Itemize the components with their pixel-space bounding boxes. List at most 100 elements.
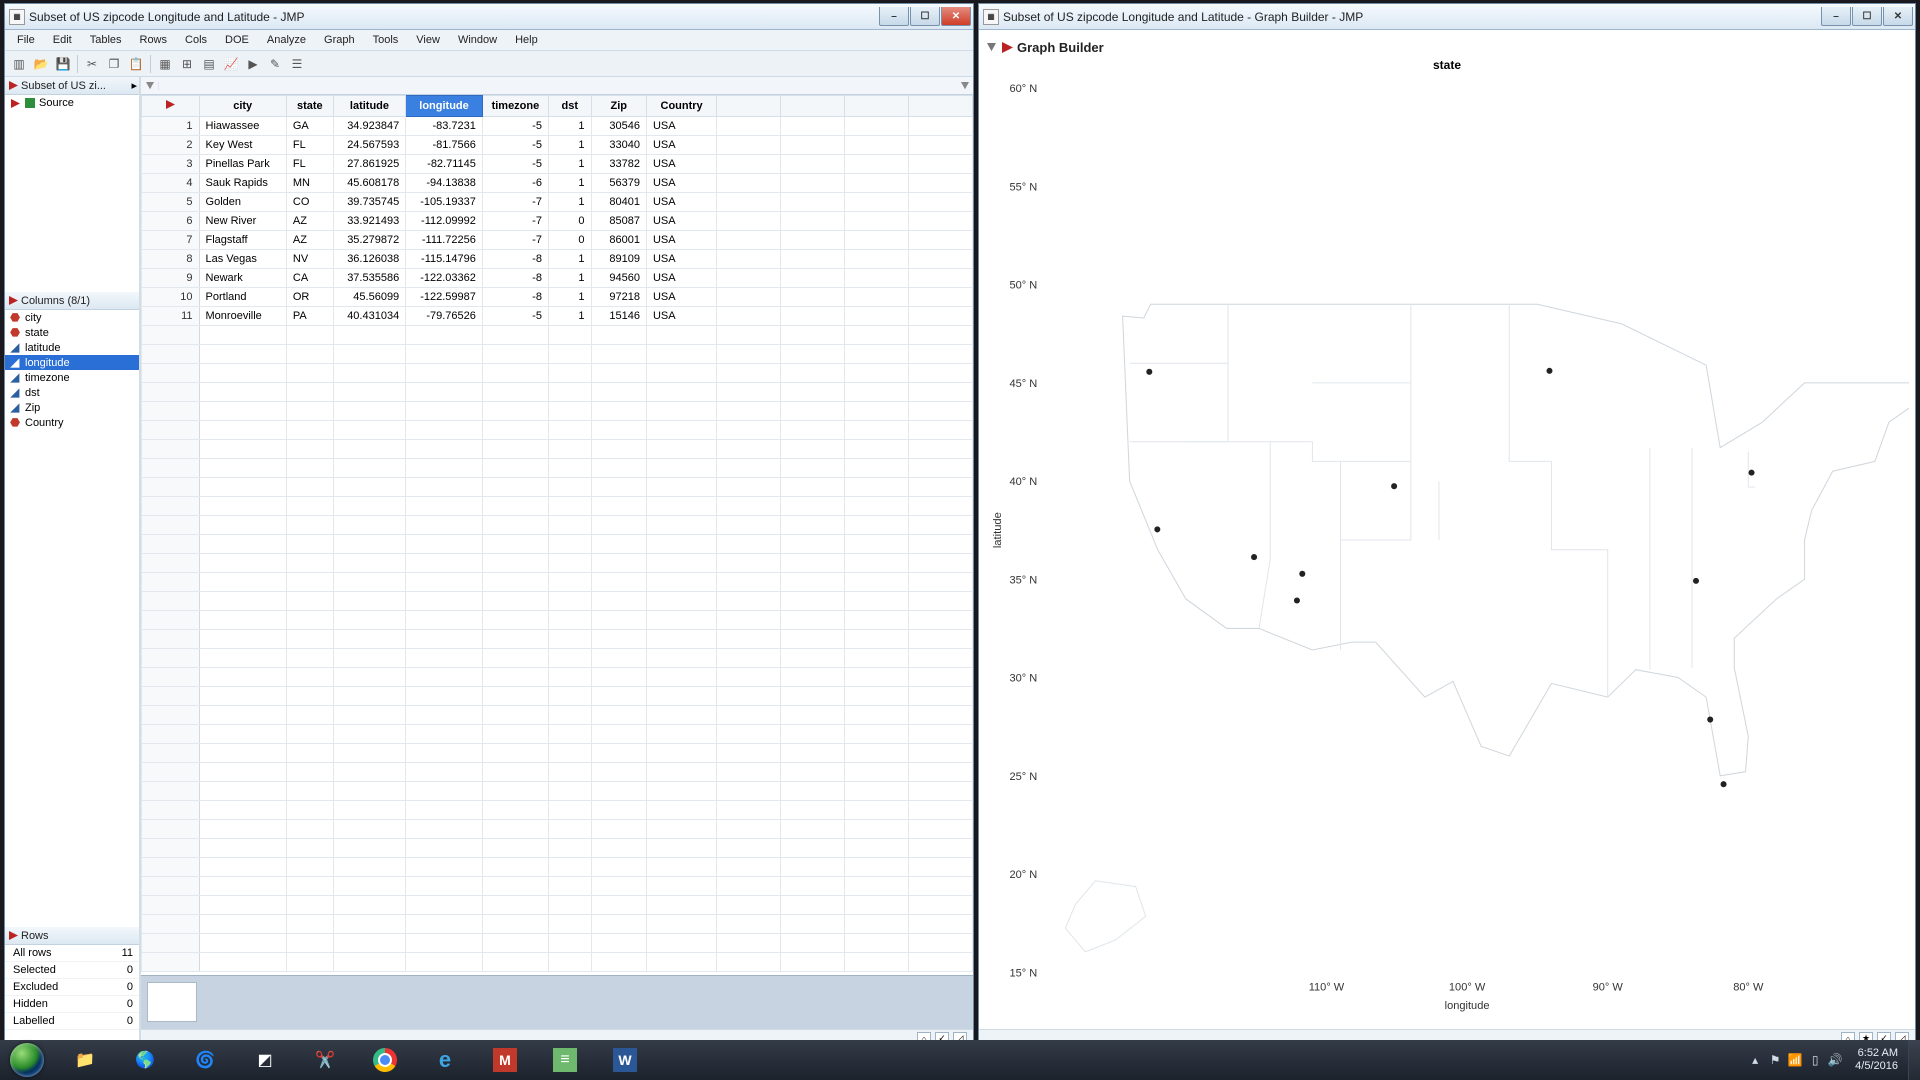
cell-empty[interactable] — [781, 687, 845, 706]
cell-empty[interactable] — [482, 801, 548, 820]
cell-empty[interactable] — [286, 668, 333, 687]
cell-empty[interactable] — [909, 421, 973, 440]
cell-empty[interactable] — [845, 364, 909, 383]
cell-empty[interactable] — [482, 478, 548, 497]
table-row-empty[interactable] — [142, 345, 973, 364]
cell[interactable]: Las Vegas — [199, 250, 286, 269]
cell-empty[interactable] — [333, 706, 405, 725]
cell-empty[interactable] — [591, 516, 646, 535]
col-header-Country[interactable]: Country — [646, 96, 716, 117]
cell-empty[interactable] — [286, 592, 333, 611]
cell-empty[interactable] — [142, 782, 200, 801]
cell-empty[interactable] — [781, 383, 845, 402]
table-row-empty[interactable] — [142, 326, 973, 345]
report-disclosure-icon[interactable] — [1001, 41, 1013, 53]
cell-empty[interactable] — [717, 744, 781, 763]
table-row-empty[interactable] — [142, 839, 973, 858]
cell-empty[interactable] — [909, 611, 973, 630]
maximize-button[interactable]: ☐ — [1852, 7, 1882, 26]
cell-empty[interactable] — [286, 687, 333, 706]
cell-empty[interactable] — [548, 402, 591, 421]
cell[interactable]: -122.59987 — [406, 288, 483, 307]
cell-empty[interactable] — [482, 573, 548, 592]
cell-empty[interactable] — [333, 687, 405, 706]
cell-empty[interactable] — [909, 345, 973, 364]
cell-empty[interactable] — [333, 364, 405, 383]
cell-empty[interactable] — [646, 896, 716, 915]
tiles-icon[interactable]: ▤ — [199, 54, 219, 74]
cell-empty[interactable] — [909, 136, 973, 155]
cell-empty[interactable] — [548, 383, 591, 402]
cell[interactable]: 39.735745 — [333, 193, 405, 212]
column-item-latitude[interactable]: ◢latitude — [5, 340, 139, 355]
cell-empty[interactable] — [548, 896, 591, 915]
table-row-empty[interactable] — [142, 953, 973, 972]
cell-empty[interactable] — [548, 630, 591, 649]
source-item[interactable]: Source — [5, 95, 139, 111]
cell-empty[interactable] — [482, 383, 548, 402]
cell-empty[interactable] — [845, 288, 909, 307]
taskbar-snip[interactable]: ✂️ — [296, 1042, 354, 1078]
cell-empty[interactable] — [717, 535, 781, 554]
cell-empty[interactable] — [286, 820, 333, 839]
cell-empty[interactable] — [717, 459, 781, 478]
cell-empty[interactable] — [199, 630, 286, 649]
cell-empty[interactable] — [333, 839, 405, 858]
cell-empty[interactable] — [333, 630, 405, 649]
menu-view[interactable]: View — [408, 32, 448, 48]
cell-empty[interactable] — [717, 174, 781, 193]
cell-empty[interactable] — [199, 725, 286, 744]
cell-empty[interactable] — [548, 953, 591, 972]
cell[interactable]: 33.921493 — [333, 212, 405, 231]
cell-empty[interactable] — [199, 459, 286, 478]
cell-empty[interactable] — [548, 440, 591, 459]
cell-empty[interactable] — [781, 193, 845, 212]
cell[interactable]: -5 — [482, 307, 548, 326]
cell[interactable]: 15146 — [591, 307, 646, 326]
cell-empty[interactable] — [406, 725, 483, 744]
cell-empty[interactable] — [286, 953, 333, 972]
cell-empty[interactable] — [482, 440, 548, 459]
cell-empty[interactable] — [909, 326, 973, 345]
cell-empty[interactable] — [845, 250, 909, 269]
cell-empty[interactable] — [591, 554, 646, 573]
cell-empty[interactable] — [199, 535, 286, 554]
cell-empty[interactable] — [286, 744, 333, 763]
cell-empty[interactable] — [199, 801, 286, 820]
cell-empty[interactable] — [781, 478, 845, 497]
cell-empty[interactable] — [591, 611, 646, 630]
table-row[interactable]: 8Las VegasNV36.126038-115.14796-8189109U… — [142, 250, 973, 269]
menu-analyze[interactable]: Analyze — [259, 32, 314, 48]
cell-empty[interactable] — [781, 725, 845, 744]
cell-empty[interactable] — [646, 611, 716, 630]
cell-empty[interactable] — [781, 668, 845, 687]
cell[interactable]: CO — [286, 193, 333, 212]
cell-empty[interactable] — [142, 497, 200, 516]
table-row[interactable]: 2Key WestFL24.567593-81.7566-5133040USA — [142, 136, 973, 155]
cell-empty[interactable] — [646, 877, 716, 896]
cell-empty[interactable] — [333, 896, 405, 915]
cell-empty[interactable] — [909, 117, 973, 136]
cell[interactable]: -8 — [482, 250, 548, 269]
cell-empty[interactable] — [286, 535, 333, 554]
cell-empty[interactable] — [199, 592, 286, 611]
cell-empty[interactable] — [717, 212, 781, 231]
cell-empty[interactable] — [646, 763, 716, 782]
cell-empty[interactable] — [781, 801, 845, 820]
cell-empty[interactable] — [142, 858, 200, 877]
cell[interactable]: USA — [646, 136, 716, 155]
cell-empty[interactable] — [717, 554, 781, 573]
cell-empty[interactable] — [199, 820, 286, 839]
cell-empty[interactable] — [781, 440, 845, 459]
cell-empty[interactable] — [909, 193, 973, 212]
cell[interactable]: -7 — [482, 193, 548, 212]
cell-empty[interactable] — [333, 820, 405, 839]
cell-empty[interactable] — [717, 231, 781, 250]
cell[interactable]: FL — [286, 136, 333, 155]
cell-empty[interactable] — [909, 592, 973, 611]
cell-empty[interactable] — [845, 706, 909, 725]
cell-empty[interactable] — [548, 820, 591, 839]
cell-empty[interactable] — [406, 706, 483, 725]
tray-flag-icon[interactable]: ⚑ — [1765, 1053, 1785, 1067]
cell-empty[interactable] — [406, 554, 483, 573]
